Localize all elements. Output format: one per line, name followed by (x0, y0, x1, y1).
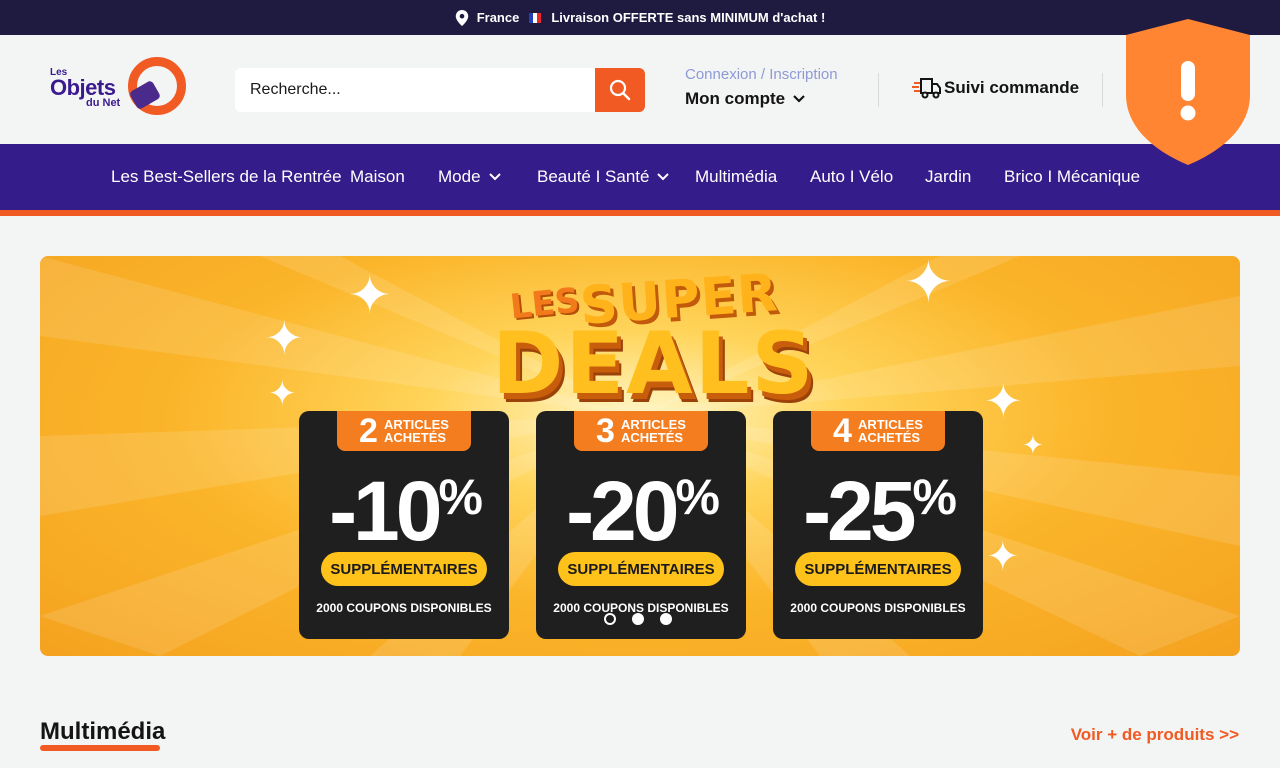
nav-accent-line (0, 210, 1280, 216)
login-register-link[interactable]: Connexion / Inscription (685, 66, 838, 83)
coupon-header: 2 ARTICLES ACHETÉS (337, 411, 471, 451)
see-more-products-link[interactable]: Voir + de produits >> (1071, 725, 1239, 745)
sparkle-icon: ✦ (904, 256, 953, 315)
coupon-pill: SUPPLÉMENTAIRES (558, 552, 724, 586)
coupon-footer: 2000 COUPONS DISPONIBLES (790, 601, 966, 615)
nav-item-best-sellers[interactable]: Les Best-Sellers de la Rentrée (111, 144, 342, 210)
search-input[interactable] (235, 68, 595, 112)
main-nav: Les Best-Sellers de la Rentrée Maison Mo… (0, 144, 1280, 210)
coupon-discount-value: -25 (803, 464, 916, 558)
coupon-card: 2 ARTICLES ACHETÉS -10% SUPPLÉMENTAIRES … (299, 411, 509, 639)
coupon-footer: 2000 COUPONS DISPONIBLES (316, 601, 492, 615)
coupon-achetes: ACHETÉS (857, 430, 921, 445)
coupon-discount: -10% (299, 463, 509, 560)
coupon-card: 4 ARTICLES ACHETÉS -25% SUPPLÉMENTAIRES … (773, 411, 983, 639)
coupon-discount-value: -10 (329, 464, 442, 558)
header-divider (1102, 73, 1103, 107)
map-pin-icon (455, 9, 468, 26)
carousel-dot[interactable] (604, 613, 616, 625)
coupon-articles-label: ARTICLES ACHETÉS (384, 418, 449, 444)
nav-item-label: Beauté I Santé (537, 167, 650, 186)
order-tracking-label: Suivi commande (944, 78, 1080, 97)
order-tracking-link[interactable]: Suivi commande (912, 75, 1079, 101)
sparkle-icon: ✦ (984, 375, 1023, 427)
coupon-articles-label: ARTICLES ACHETÉS (621, 418, 686, 444)
logo-text-net: du Net (86, 97, 121, 109)
nav-item-label: Multimédia (695, 167, 778, 186)
hero-title-deals: DEALS (492, 314, 816, 414)
account-menu[interactable]: Connexion / Inscription Mon compte (685, 66, 838, 109)
coupon-discount: -20% (536, 463, 746, 560)
section-title: Multimédia (40, 718, 166, 745)
coupon-articles-label: ARTICLES ACHETÉS (858, 418, 923, 444)
nav-item-label: Maison (350, 167, 405, 186)
coupon-card: 3 ARTICLES ACHETÉS -20% SUPPLÉMENTAIRES … (536, 411, 746, 639)
sparkle-icon: ✦ (268, 375, 297, 413)
coupon-achetes: ACHETÉS (620, 430, 684, 445)
chevron-down-icon (488, 173, 501, 181)
truck-icon (912, 78, 941, 99)
header-divider (878, 73, 879, 107)
my-account-label: Mon compte (685, 89, 786, 108)
carousel-dot[interactable] (660, 613, 672, 625)
coupon-count: 4 (833, 411, 852, 450)
search-button[interactable] (595, 68, 645, 112)
coupon-pill: SUPPLÉMENTAIRES (321, 552, 487, 586)
sparkle-icon: ✦ (1022, 430, 1044, 460)
sparkle-icon: ✦ (986, 535, 1020, 579)
search-bar (235, 68, 645, 112)
nav-item-label: Les Best-Sellers de la Rentrée (111, 167, 342, 186)
site-logo[interactable]: Les Objets du Net (48, 57, 188, 121)
nav-item-multimedia[interactable]: Multimédia (695, 144, 777, 210)
sparkle-icon: ✦ (348, 267, 392, 325)
coupon-discount-unit: % (675, 469, 720, 525)
nav-item-label: Jardin (925, 167, 972, 186)
section-title-underline (40, 745, 160, 751)
coupon-header: 3 ARTICLES ACHETÉS (574, 411, 708, 451)
coupon-achetes: ACHETÉS (383, 430, 447, 445)
nav-item-label: Mode (438, 167, 481, 186)
hero-banner[interactable]: ✦ ✦ ✦ ✦ ✦ ✦ ✦ LES SUPER DEALS 2 ARTICLES… (40, 256, 1240, 656)
my-account-dropdown[interactable]: Mon compte (685, 89, 838, 109)
coupon-discount: -25% (773, 463, 983, 560)
sparkle-icon: ✦ (265, 312, 304, 364)
nav-item-jardin[interactable]: Jardin (925, 144, 971, 210)
nav-item-beaute-sante[interactable]: Beauté I Santé (537, 144, 670, 210)
nav-item-brico-mecanique[interactable]: Brico I Mécanique (1004, 144, 1140, 210)
chevron-down-icon (657, 173, 670, 181)
announcement-text: Livraison OFFERTE sans MINIMUM d'achat ! (551, 10, 826, 25)
nav-item-label: Brico I Mécanique (1004, 167, 1141, 186)
coupon-discount-unit: % (438, 469, 483, 525)
warning-shield-icon[interactable] (1126, 19, 1250, 165)
coupon-header: 4 ARTICLES ACHETÉS (811, 411, 945, 451)
coupon-discount-value: -20 (566, 464, 679, 558)
nav-item-mode[interactable]: Mode (438, 144, 501, 210)
search-icon (609, 79, 631, 101)
carousel-dots (604, 613, 672, 625)
chevron-down-icon (793, 95, 805, 103)
coupon-count: 2 (359, 411, 378, 450)
coupon-discount-unit: % (912, 469, 957, 525)
carousel-dot[interactable] (632, 613, 644, 625)
announcement-country: France (476, 10, 520, 25)
announcement-bar: France Livraison OFFERTE sans MINIMUM d'… (0, 0, 1280, 35)
coupon-pill: SUPPLÉMENTAIRES (795, 552, 961, 586)
site-header: Les Objets du Net Connexion / Inscriptio… (0, 35, 1280, 144)
nav-item-maison[interactable]: Maison (350, 144, 405, 210)
nav-item-auto-velo[interactable]: Auto I Vélo (810, 144, 893, 210)
coupon-count: 3 (596, 411, 615, 450)
france-flag-icon (529, 12, 542, 23)
nav-item-label: Auto I Vélo (810, 167, 894, 186)
